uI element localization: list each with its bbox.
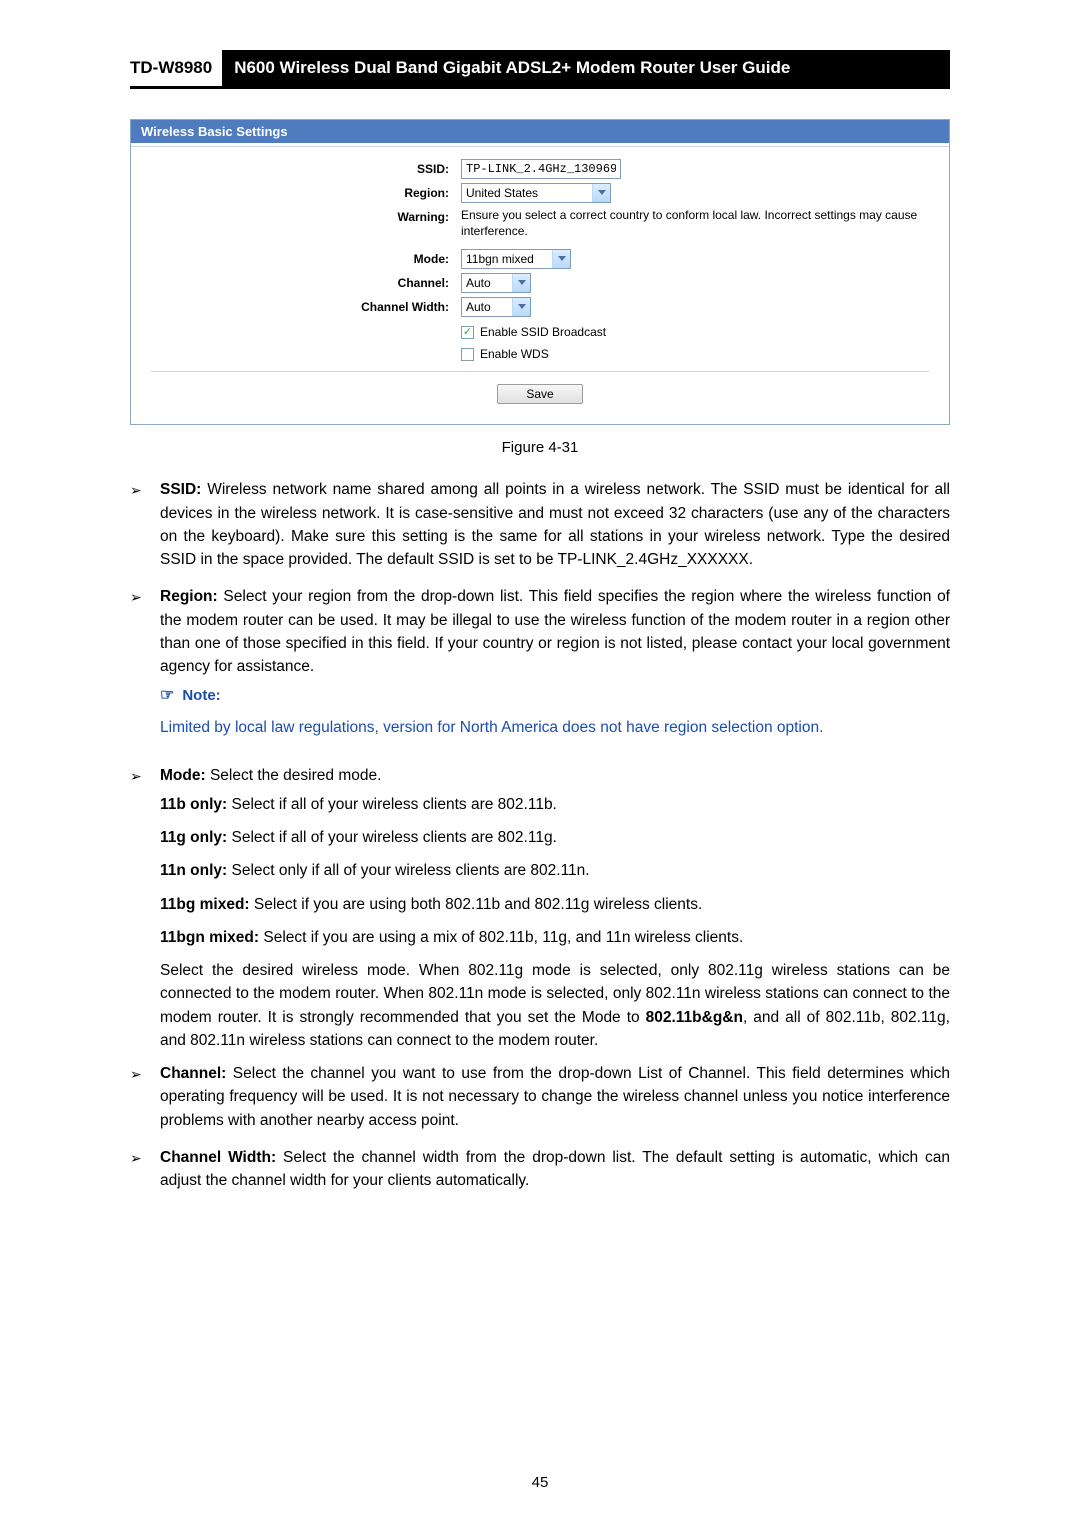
- mode-label: Mode:: [151, 249, 461, 266]
- wds-checkbox[interactable]: [461, 348, 474, 361]
- model-number: TD-W8980: [130, 50, 222, 89]
- channel-value: Auto: [466, 276, 491, 290]
- chevron-down-icon: [592, 184, 610, 202]
- note-label: ☞ Note:: [160, 684, 950, 708]
- wireless-settings-panel: Wireless Basic Settings SSID: Region: Un…: [130, 119, 950, 425]
- mode-option: 11b only: Select if all of your wireless…: [160, 793, 950, 816]
- bullet-icon: ➢: [130, 1062, 160, 1132]
- warning-label: Warning:: [151, 207, 461, 224]
- list-item: ➢ Channel: Select the channel you want t…: [130, 1062, 950, 1132]
- channel-width-value: Auto: [466, 300, 491, 314]
- list-item: ➢ Mode: Select the desired mode.: [130, 764, 950, 787]
- pointing-hand-icon: ☞: [160, 684, 174, 708]
- region-label: Region:: [151, 183, 461, 200]
- mode-option: 11n only: Select only if all of your wir…: [160, 859, 950, 882]
- save-button[interactable]: Save: [497, 384, 582, 404]
- ssid-input[interactable]: [461, 159, 621, 179]
- mode-option: 11bg mixed: Select if you are using both…: [160, 893, 950, 916]
- chevron-down-icon: [512, 274, 530, 292]
- panel-title: Wireless Basic Settings: [131, 120, 949, 143]
- bullet-icon: ➢: [130, 585, 160, 749]
- channel-label: Channel:: [151, 273, 461, 290]
- chevron-down-icon: [512, 298, 530, 316]
- mode-value: 11bgn mixed: [466, 252, 534, 266]
- channel-width-label: Channel Width:: [151, 297, 461, 314]
- mode-option: 11bgn mixed: Select if you are using a m…: [160, 926, 950, 949]
- bullet-icon: ➢: [130, 764, 160, 787]
- channel-select[interactable]: Auto: [461, 273, 531, 293]
- bullet-icon: ➢: [130, 478, 160, 571]
- region-value: United States: [466, 186, 538, 200]
- list-item: ➢ SSID: Wireless network name shared amo…: [130, 478, 950, 571]
- mode-select[interactable]: 11bgn mixed: [461, 249, 571, 269]
- doc-header: TD-W8980 N600 Wireless Dual Band Gigabit…: [130, 50, 950, 89]
- doc-title: N600 Wireless Dual Band Gigabit ADSL2+ M…: [222, 50, 950, 89]
- note-text: Limited by local law regulations, versio…: [160, 716, 950, 739]
- mode-paragraph: Select the desired wireless mode. When 8…: [160, 959, 950, 1052]
- list-item: ➢ Region: Select your region from the dr…: [130, 585, 950, 749]
- region-select[interactable]: United States: [461, 183, 611, 203]
- figure-caption: Figure 4-31: [130, 439, 950, 456]
- bullet-icon: ➢: [130, 1146, 160, 1193]
- ssid-broadcast-checkbox[interactable]: [461, 326, 474, 339]
- page-number: 45: [0, 1474, 1080, 1491]
- ssid-label: SSID:: [151, 159, 461, 176]
- list-item: ➢ Channel Width: Select the channel widt…: [130, 1146, 950, 1193]
- mode-option: 11g only: Select if all of your wireless…: [160, 826, 950, 849]
- warning-text: Ensure you select a correct country to c…: [461, 207, 929, 239]
- wds-label: Enable WDS: [480, 347, 549, 361]
- chevron-down-icon: [552, 250, 570, 268]
- channel-width-select[interactable]: Auto: [461, 297, 531, 317]
- ssid-broadcast-label: Enable SSID Broadcast: [480, 325, 606, 339]
